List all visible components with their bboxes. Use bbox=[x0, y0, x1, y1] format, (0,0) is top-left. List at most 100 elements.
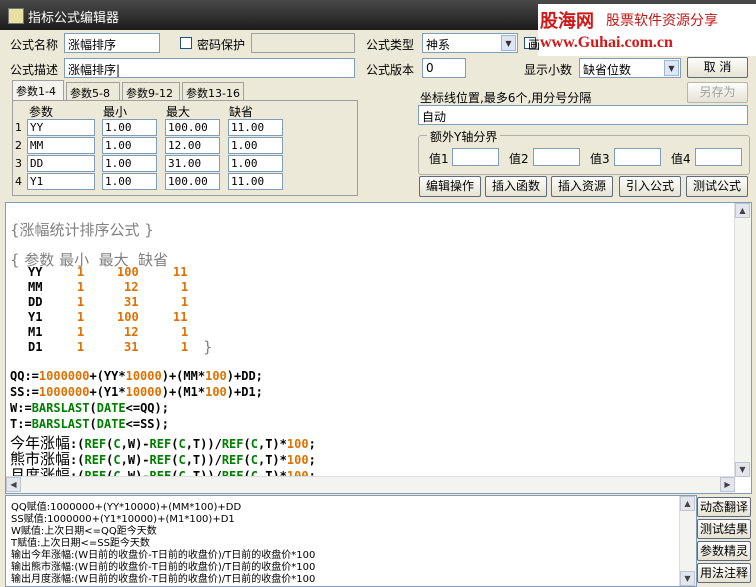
brand-slogan: 股票软件资源分享 bbox=[606, 13, 718, 29]
param-table: 参数 最小 最大 缺省 1 YY 1.00 100.00 11.00 2 MM … bbox=[12, 100, 358, 196]
code-param-line: M1 bbox=[28, 325, 43, 339]
scroll-up-icon[interactable]: ▲ bbox=[735, 203, 750, 218]
cancel-button[interactable]: 取 消 bbox=[687, 57, 748, 78]
type-label: 公式类型 bbox=[366, 38, 415, 52]
value4-input[interactable] bbox=[695, 148, 742, 166]
code-param-def: 1 bbox=[181, 340, 189, 354]
version-label: 公式版本 bbox=[366, 63, 415, 77]
horizontal-scrollbar[interactable]: ◀ ▶ bbox=[6, 476, 735, 493]
chevron-down-icon: ▼ bbox=[501, 35, 516, 51]
window-title: 指标公式编辑器 bbox=[28, 11, 120, 26]
param-min-cell[interactable]: 1.00 bbox=[102, 155, 157, 172]
code-param-max: 12 bbox=[124, 280, 139, 294]
brand-url: www.Guhai.com.cn bbox=[540, 34, 673, 51]
test-formula-button[interactable]: 测试公式 bbox=[686, 176, 748, 197]
tab-params-13-16[interactable]: 参数13-16 bbox=[182, 82, 244, 100]
code-param-line: D1 bbox=[28, 340, 43, 354]
param-name-cell[interactable]: YY bbox=[27, 119, 95, 136]
param-header-default: 缺省 bbox=[229, 105, 254, 119]
param-max-cell[interactable]: 100.00 bbox=[165, 119, 220, 136]
scroll-down-icon[interactable]: ▼ bbox=[680, 571, 695, 586]
code-line-ss: SS:=1000000+(Y1*10000)+(M1*100)+D1; bbox=[10, 385, 263, 399]
row-number: 3 bbox=[15, 157, 22, 170]
decimal-select[interactable]: 缺省位数 ▼ bbox=[579, 58, 681, 78]
tab-params-1-4[interactable]: 参数1-4 bbox=[12, 80, 64, 100]
app-icon bbox=[8, 8, 24, 24]
axis-position-input[interactable]: 自动 bbox=[418, 105, 748, 125]
row-number: 2 bbox=[15, 139, 22, 152]
code-line-t: T:=BARSLAST(DATE<=SS); bbox=[10, 417, 169, 431]
row-number: 4 bbox=[15, 175, 22, 188]
param-min-cell[interactable]: 1.00 bbox=[102, 137, 157, 154]
param-header-max: 最大 bbox=[166, 105, 191, 119]
formula-name-input[interactable]: 涨幅排序 bbox=[64, 33, 160, 53]
extra-y-axis-title: 额外Y轴分界 bbox=[427, 128, 501, 145]
tab-params-5-8[interactable]: 参数5-8 bbox=[66, 82, 120, 100]
edit-operation-button[interactable]: 编辑操作 bbox=[419, 176, 481, 197]
scroll-right-icon[interactable]: ▶ bbox=[720, 477, 735, 492]
formula-type-select[interactable]: 神系 ▼ bbox=[422, 33, 518, 53]
param-name-cell[interactable]: Y1 bbox=[27, 173, 95, 190]
scroll-up-icon[interactable]: ▲ bbox=[680, 496, 695, 511]
code-param-max: 31 bbox=[124, 340, 139, 354]
output-scrollbar[interactable]: ▲ ▼ bbox=[679, 496, 696, 586]
code-param-def: 1 bbox=[181, 325, 189, 339]
scroll-left-icon[interactable]: ◀ bbox=[6, 477, 21, 492]
param-min-cell[interactable]: 1.00 bbox=[102, 119, 157, 136]
usage-notes-button[interactable]: 用法注释 bbox=[697, 563, 751, 583]
param-header-min: 最小 bbox=[103, 105, 128, 119]
code-param-line: YY bbox=[28, 265, 43, 279]
dynamic-translate-button[interactable]: 动态翻译 bbox=[697, 497, 751, 517]
decimal-label: 显示小数 bbox=[524, 63, 573, 77]
import-formula-button[interactable]: 引入公式 bbox=[619, 176, 681, 197]
version-input[interactable]: 0 bbox=[422, 58, 466, 78]
param-max-cell[interactable]: 12.00 bbox=[165, 137, 220, 154]
brand-name: 股海网 bbox=[540, 11, 594, 32]
formula-desc-input[interactable]: 涨幅排序| bbox=[64, 58, 355, 78]
value1-input[interactable] bbox=[452, 148, 499, 166]
password-checkbox[interactable] bbox=[180, 37, 192, 49]
code-editor[interactable]: {涨幅统计排序公式 } { 参数 最小 最大 缺省 YY 1 100 11 MM… bbox=[5, 202, 752, 494]
code-param-line: DD bbox=[28, 295, 43, 309]
vertical-scrollbar[interactable]: ▲ ▼ bbox=[734, 203, 751, 477]
value2-input[interactable] bbox=[533, 148, 580, 166]
code-param-line: MM bbox=[28, 280, 43, 294]
param-max-cell[interactable]: 31.00 bbox=[165, 155, 220, 172]
brand-watermark: 股海网 股票软件资源分享 www.Guhai.com.cn bbox=[538, 4, 756, 56]
decimal-value: 缺省位数 bbox=[583, 63, 632, 77]
value2-label: 值2 bbox=[509, 152, 529, 166]
code-param-max: 12 bbox=[124, 325, 139, 339]
code-param-line: Y1 bbox=[28, 310, 43, 324]
param-default-cell[interactable]: 1.00 bbox=[228, 137, 283, 154]
param-default-cell[interactable]: 1.00 bbox=[228, 155, 283, 172]
param-wizard-button[interactable]: 参数精灵 bbox=[697, 541, 751, 561]
code-param-min: 1 bbox=[77, 340, 85, 354]
extra-y-axis-group: 额外Y轴分界 值1 值2 值3 值4 bbox=[418, 128, 750, 175]
save-as-button[interactable]: 另存为 bbox=[687, 82, 748, 103]
code-param-def: 11 bbox=[173, 265, 188, 279]
param-name-cell[interactable]: MM bbox=[27, 137, 95, 154]
insert-function-button[interactable]: 插入函数 bbox=[485, 176, 547, 197]
code-param-max: 100 bbox=[117, 310, 139, 324]
param-max-cell[interactable]: 100.00 bbox=[165, 173, 220, 190]
param-default-cell[interactable]: 11.00 bbox=[228, 119, 283, 136]
axis-label: 坐标线位置,最多6个,用分号分隔 bbox=[420, 91, 592, 105]
param-name-cell[interactable]: DD bbox=[27, 155, 95, 172]
password-input[interactable] bbox=[251, 33, 355, 53]
param-default-cell[interactable]: 11.00 bbox=[228, 173, 283, 190]
test-result-button[interactable]: 测试结果 bbox=[697, 519, 751, 539]
value1-label: 值1 bbox=[429, 152, 449, 166]
param-min-cell[interactable]: 1.00 bbox=[102, 173, 157, 190]
value3-label: 值3 bbox=[590, 152, 610, 166]
desc-label: 公式描述 bbox=[10, 63, 59, 77]
scroll-down-icon[interactable]: ▼ bbox=[735, 462, 750, 477]
translation-output: QQ赋值:1000000+(YY*10000)+(MM*100)+DD SS赋值… bbox=[5, 495, 697, 587]
chevron-down-icon: ▼ bbox=[664, 60, 679, 76]
value3-input[interactable] bbox=[614, 148, 661, 166]
code-line-w: W:=BARSLAST(DATE<=QQ); bbox=[10, 401, 169, 415]
code-param-max: 31 bbox=[124, 295, 139, 309]
code-param-def: 1 bbox=[181, 295, 189, 309]
insert-resource-button[interactable]: 插入资源 bbox=[551, 176, 613, 197]
tab-params-9-12[interactable]: 参数9-12 bbox=[122, 82, 180, 100]
code-line-qq: QQ:=1000000+(YY*10000)+(MM*100)+DD; bbox=[10, 369, 263, 383]
